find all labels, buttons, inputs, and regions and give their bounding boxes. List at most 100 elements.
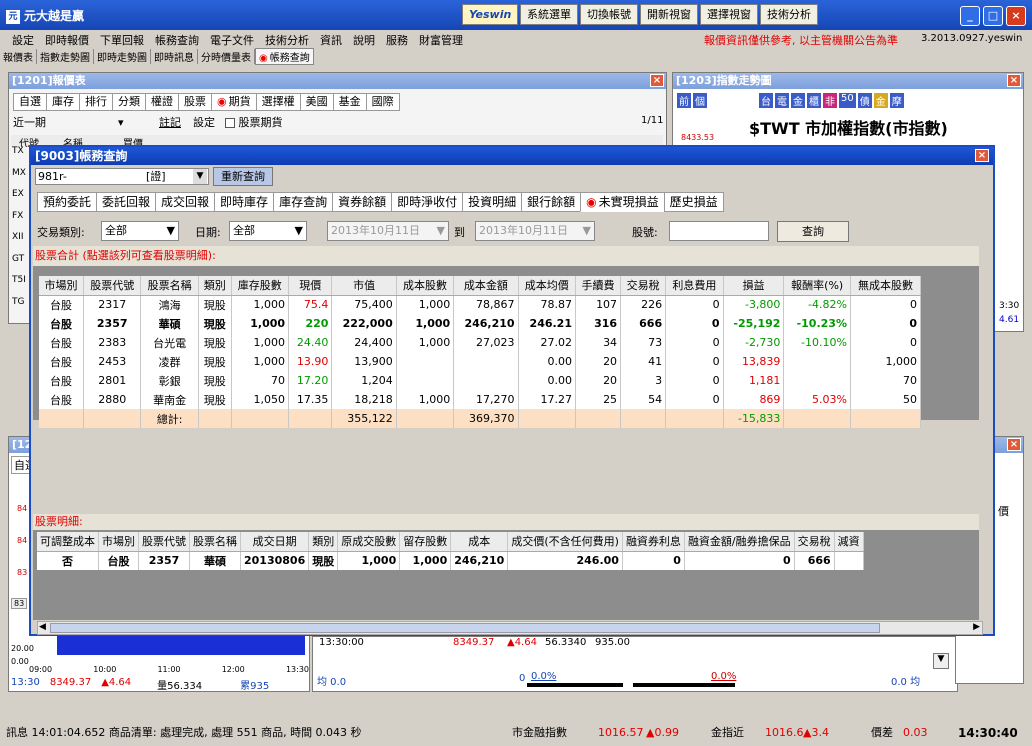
summary-col-header[interactable]: 股票名稱 — [140, 276, 199, 296]
tab-fund[interactable]: 基金 — [332, 93, 367, 111]
requery-button[interactable]: 重新查詢 — [213, 167, 273, 186]
detail-col-header[interactable]: 留存股數 — [399, 532, 452, 552]
yeswin-button[interactable]: Yeswin — [462, 4, 518, 25]
tab-warrant[interactable]: 權證 — [145, 93, 179, 111]
menu-tech-analysis[interactable]: 技術分析 — [265, 34, 309, 47]
toolbar-index-chart[interactable]: 指數走勢圖 — [37, 49, 94, 64]
account-close-icon[interactable]: × — [975, 149, 989, 162]
tab-margin-balance[interactable]: 資券餘額 — [332, 192, 393, 212]
menu-account-query[interactable]: 帳務查詢 — [155, 34, 199, 47]
detail-col-header[interactable]: 融資金額/融券擔保品 — [684, 532, 795, 552]
summary-col-header[interactable]: 損益 — [723, 276, 785, 296]
summary-row[interactable]: 台股 2383 台光電 現股 1,000 24.40 24,400 1,000 27,023 27… — [39, 333, 922, 352]
toolbar-realtime-msg[interactable]: 即時訊息 — [151, 49, 198, 64]
period-select[interactable]: 近一期 ▾ — [13, 114, 124, 130]
summary-col-header[interactable]: 市值 — [331, 276, 397, 296]
detail-col-header[interactable]: 股票名稱 — [189, 532, 241, 552]
tab-order-report[interactable]: 委託回報 — [96, 192, 157, 212]
fin-icon[interactable]: 金 — [791, 93, 805, 108]
toolbar-realtime-chart[interactable]: 即時走勢圖 — [94, 49, 151, 64]
scroll-thumb[interactable] — [50, 623, 880, 633]
menu-wealth[interactable]: 財富管理 — [419, 34, 463, 47]
summary-col-header[interactable]: 庫存股數 — [231, 276, 290, 296]
tw50-icon[interactable]: 50 — [839, 93, 856, 108]
detail-col-header[interactable]: 減資 — [834, 532, 864, 552]
single-icon[interactable]: 個 — [693, 93, 707, 108]
gold-icon[interactable]: 金 — [873, 93, 888, 108]
menu-help[interactable]: 說明 — [353, 34, 375, 47]
elec-icon[interactable]: 電 — [775, 93, 789, 108]
switch-account-button[interactable]: 切換帳號 — [580, 4, 638, 25]
summary-col-header[interactable]: 交易稅 — [620, 276, 667, 296]
detail-row[interactable]: 否台股 2357 華碩 20130806 現股 1,000 1,000 246,210 246.… — [37, 551, 864, 570]
toolbar-minute-table[interactable]: 分時價量表 — [198, 49, 255, 64]
minimize-button[interactable]: _ — [960, 6, 980, 26]
right-close-icon[interactable]: × — [1007, 438, 1021, 451]
scroll-left-icon[interactable]: ◀ — [39, 622, 46, 632]
scroll-right-icon[interactable]: ▶ — [973, 622, 980, 632]
tab-unrealized-pnl[interactable]: ◉ 未實現損益 — [580, 192, 665, 212]
note-button[interactable]: 註記 — [159, 114, 181, 130]
menu-settings[interactable]: 設定 — [12, 34, 34, 47]
tab-reserved-order[interactable]: 預約委託 — [37, 192, 98, 212]
from-date-input[interactable]: 2013年10月11日 ▼ — [327, 221, 449, 241]
menu-info[interactable]: 資訊 — [320, 34, 342, 47]
detail-col-header[interactable]: 成交價(不含任何費用) — [507, 532, 623, 552]
account-select[interactable]: 981r- [證] ▼ — [35, 168, 209, 185]
detail-col-header[interactable]: 類別 — [308, 532, 339, 552]
tab-fill-report[interactable]: 成交回報 — [155, 192, 216, 212]
date-select[interactable]: 全部 ▼ — [229, 221, 307, 241]
summary-col-header[interactable]: 手續費 — [575, 276, 622, 296]
tab-realtime-inventory[interactable]: 即時庫存 — [214, 192, 275, 212]
summary-col-header[interactable]: 報酬率(%) — [783, 276, 851, 296]
summary-col-header[interactable]: 成本均價 — [518, 276, 577, 296]
tech-analysis-button[interactable]: 技術分析 — [760, 4, 818, 25]
summary-col-header[interactable]: 利息費用 — [665, 276, 724, 296]
toolbar-quote-table[interactable]: 報價表 — [0, 49, 37, 64]
close-button[interactable]: × — [1006, 6, 1026, 26]
summary-row[interactable]: 台股 2801 彰銀 現股 70 17.20 1,204 0.00 20 3 0 1,181 70 — [39, 371, 922, 390]
menu-realtime-quote[interactable]: 即時報價 — [45, 34, 89, 47]
tab-net-settlement[interactable]: 即時淨收付 — [391, 192, 464, 212]
tw-icon[interactable]: 台 — [759, 93, 773, 108]
summary-col-header[interactable]: 無成本股數 — [850, 276, 922, 296]
tab-options[interactable]: 選擇權 — [255, 93, 301, 111]
menu-order-report[interactable]: 下單回報 — [100, 34, 144, 47]
summary-row[interactable]: 台股 2317 鴻海 現股 1,000 75.4 75,400 1,000 78,867 78.8… — [39, 295, 922, 314]
nonfin-icon[interactable]: 非 — [823, 93, 837, 108]
tab-category[interactable]: 分類 — [112, 93, 146, 111]
summary-col-header[interactable]: 類別 — [198, 276, 232, 296]
tab-ranking[interactable]: 排行 — [79, 93, 113, 111]
summary-row[interactable]: 台股 2880 華南金 現股 1,050 17.35 18,218 1,000 17,270 17… — [39, 390, 922, 409]
detail-col-header[interactable]: 成交日期 — [240, 532, 310, 552]
tab-watchlist[interactable]: 自選 — [13, 93, 47, 111]
stock-futures-checkbox[interactable]: 股票期貨 — [225, 114, 283, 130]
detail-col-header[interactable]: 原成交股數 — [337, 532, 401, 552]
tab-us[interactable]: 美國 — [299, 93, 334, 111]
msci-icon[interactable]: 摩 — [889, 93, 904, 108]
summary-row[interactable]: 台股 2357 華碩 現股 1,000 220 222,000 1,000 246,210 246… — [39, 314, 922, 333]
summary-col-header[interactable]: 股票代號 — [83, 276, 142, 296]
summary-row[interactable]: 台股 2453 凌群 現股 1,000 13.90 13,900 0.00 20 41 0 13,83… — [39, 352, 922, 371]
tab-futures[interactable]: ◉ 期貨 — [211, 93, 257, 111]
to-date-input[interactable]: 2013年10月11日 ▼ — [475, 221, 595, 241]
tab-inventory-query[interactable]: 庫存查詢 — [273, 192, 334, 212]
index-close-icon[interactable]: × — [1007, 74, 1021, 87]
tab-bank-balance[interactable]: 銀行餘額 — [521, 192, 582, 212]
detail-col-header[interactable]: 成本 — [450, 532, 509, 552]
tab-stock[interactable]: 股票 — [178, 93, 212, 111]
tab-intl[interactable]: 國際 — [365, 93, 400, 111]
tab-investment-detail[interactable]: 投資明細 — [462, 192, 523, 212]
horizontal-scrollbar[interactable]: ◀ ▶ — [37, 621, 983, 635]
detail-col-header[interactable]: 股票代號 — [138, 532, 190, 552]
menu-e-docs[interactable]: 電子文件 — [210, 34, 254, 47]
scroll-down-icon[interactable]: ▼ — [933, 653, 949, 669]
bond-icon[interactable]: 債 — [857, 93, 872, 108]
detail-col-header[interactable]: 融資券利息 — [622, 532, 685, 552]
trade-type-select[interactable]: 全部 ▼ — [101, 221, 179, 241]
query-button[interactable]: 查詢 — [777, 221, 849, 242]
summary-col-header[interactable]: 成本股數 — [396, 276, 455, 296]
stock-no-input[interactable] — [669, 221, 769, 241]
prev-icon[interactable]: 前 — [677, 93, 691, 108]
otc-icon[interactable]: 櫃 — [807, 93, 821, 108]
